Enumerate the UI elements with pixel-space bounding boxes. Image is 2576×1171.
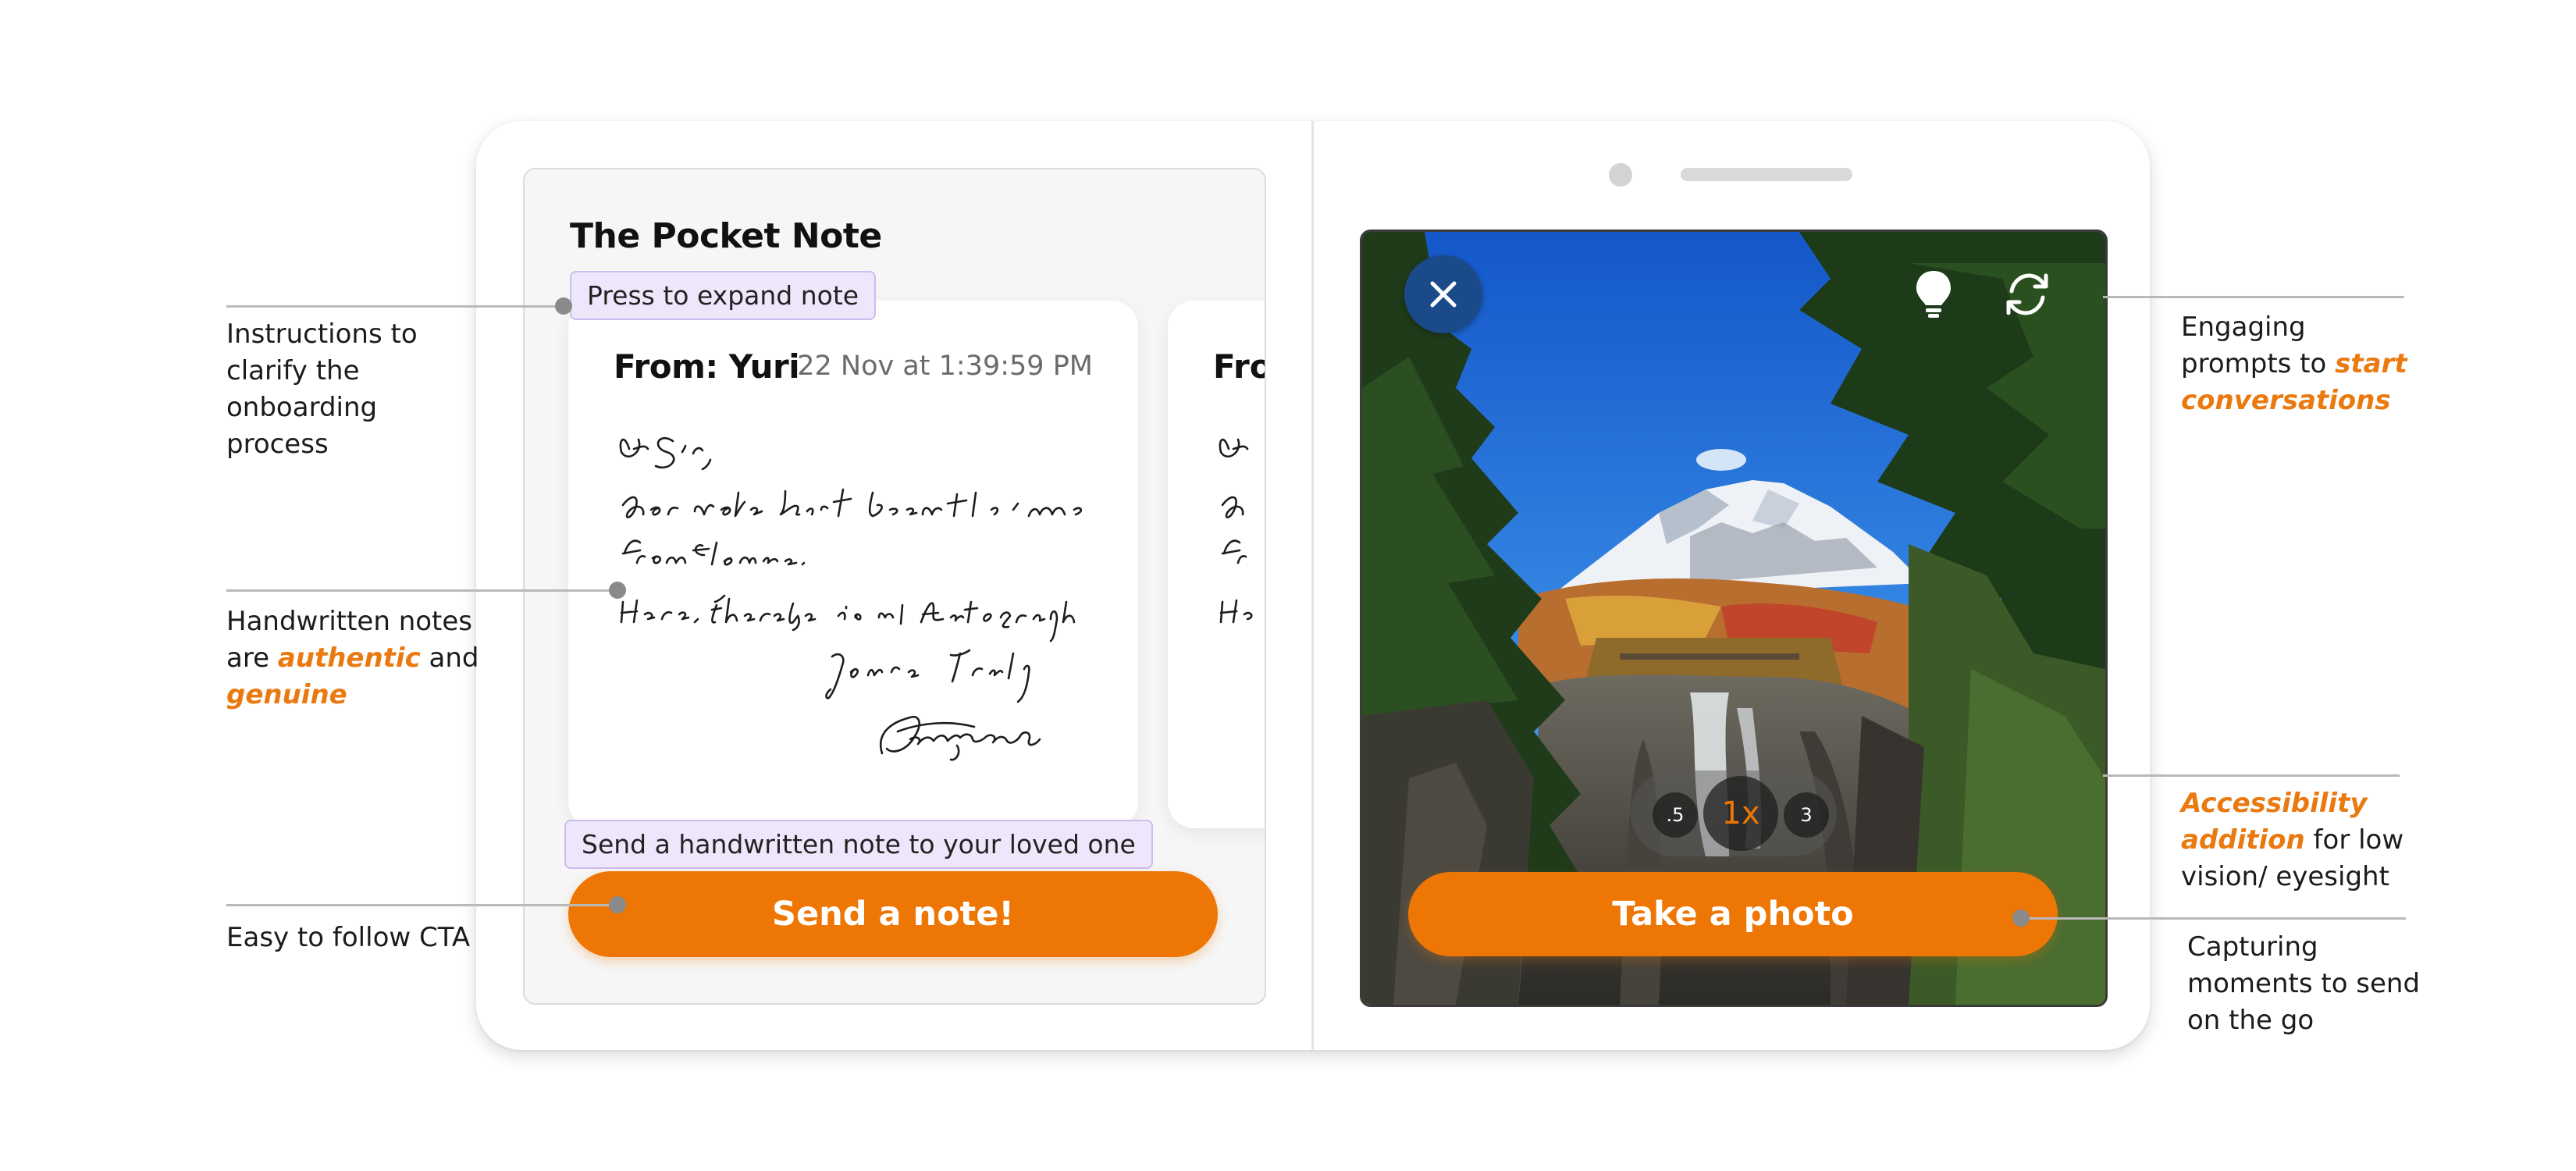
send-note-tooltip: Send a handwritten note to your loved on… <box>564 820 1153 869</box>
annotation-line-prompts <box>2103 296 2404 298</box>
expand-note-tooltip: Press to expand note <box>570 271 877 320</box>
note-card[interactable]: From: Yuri 22 Nov at 1:39:59 PM <box>568 301 1138 828</box>
annotation-capture: Capturing moments to send on the go <box>2187 931 2421 1036</box>
note-sender: From: Yuri <box>614 347 800 386</box>
prompt-button[interactable] <box>1901 262 1966 327</box>
next-note-sender: From: Yuri <box>1213 347 1265 386</box>
next-note-card-peek[interactable]: From: Yuri <box>1168 301 1265 828</box>
annotation-line-cta <box>226 904 618 906</box>
annotation-dot-capture <box>2012 909 2030 927</box>
annotation-line-handwritten <box>226 589 618 592</box>
send-note-button[interactable]: Send a note! <box>568 871 1218 957</box>
handwritten-note-image <box>619 436 1083 761</box>
zoom-option-1x-selected[interactable]: 1x <box>1703 776 1778 851</box>
refresh-prompt-button[interactable] <box>1994 262 2060 327</box>
speaker-grille <box>1681 168 1852 181</box>
annotation-prompts: Engaging prompts to start conversations <box>2181 311 2407 416</box>
annotation-dot-onboarding <box>555 297 572 315</box>
zoom-option-3[interactable]: 3 <box>1784 792 1829 838</box>
front-camera <box>1609 163 1632 187</box>
take-photo-button[interactable]: Take a photo <box>1408 872 2058 956</box>
annotation-dot-cta <box>609 896 626 913</box>
annotation-handwritten: Handwritten notes are authentic and genu… <box>226 606 479 710</box>
close-icon <box>1430 281 1457 308</box>
next-note-handwriting <box>1219 438 1253 624</box>
device-fold-divider <box>1311 121 1314 1050</box>
note-timestamp: 22 Nov at 1:39:59 PM <box>797 351 1093 382</box>
lightbulb-icon <box>1916 271 1951 318</box>
annotation-line-onboarding <box>226 305 564 308</box>
annotation-line-capture <box>2028 917 2406 920</box>
annotation-onboarding: Instructions to clarify the onboarding p… <box>226 319 418 460</box>
zoom-option-0-5[interactable]: .5 <box>1653 792 1698 838</box>
close-camera-button[interactable] <box>1404 255 1482 333</box>
annotation-cta: Easy to follow CTA <box>226 922 471 953</box>
app-title: The Pocket Note <box>570 216 882 256</box>
annotation-line-accessibility <box>2103 774 2400 777</box>
annotation-dot-handwritten <box>609 582 626 599</box>
refresh-icon <box>2006 273 2048 315</box>
annotation-accessibility: Accessibility addition for low vision/ e… <box>2181 788 2404 892</box>
